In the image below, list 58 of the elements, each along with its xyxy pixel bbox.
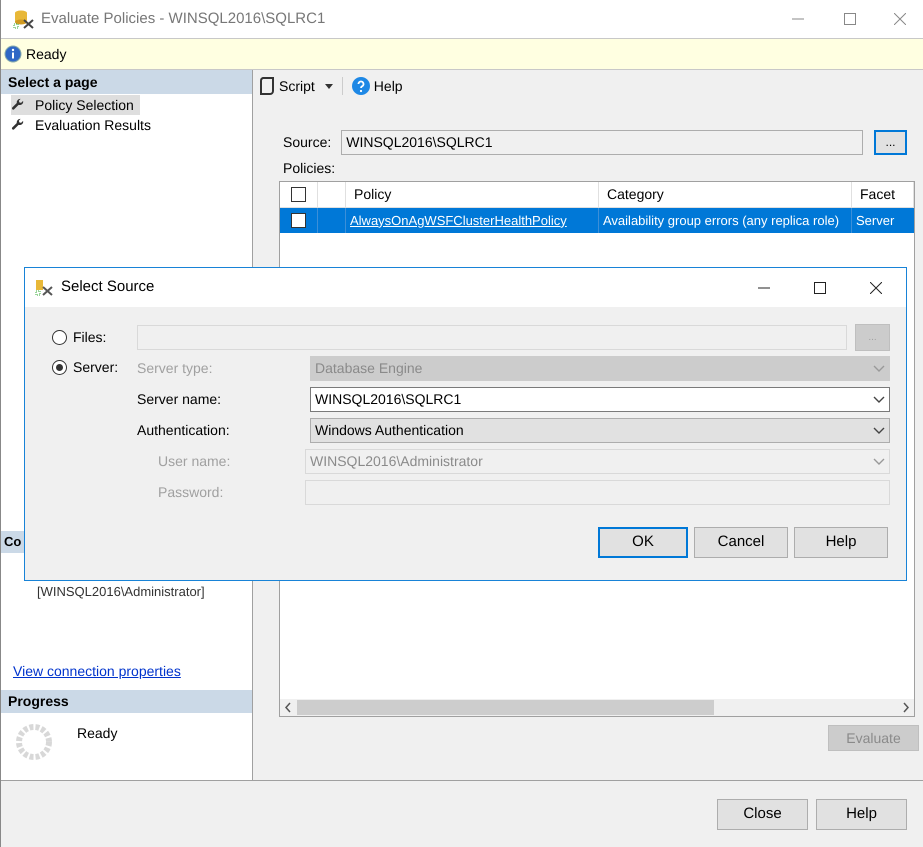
wrench-icon (11, 118, 25, 132)
column-header[interactable]: Facet (852, 182, 914, 207)
dropdown-arrow-icon[interactable] (324, 84, 333, 88)
field-label: Server name: (137, 390, 222, 409)
info-icon (4, 45, 22, 63)
dropdown-field[interactable]: WINSQL2016\SQLRC1 (310, 387, 890, 412)
horizontal-scrollbar[interactable] (280, 699, 914, 716)
radio-button[interactable] (52, 360, 67, 374)
dialog-icon (35, 278, 55, 296)
radio-label: Files: (73, 328, 106, 346)
table-cell-text: Server (856, 212, 894, 230)
dialog-button[interactable]: Help (816, 798, 907, 830)
browse-button[interactable]: ... (874, 130, 907, 154)
section-header: Co (4, 533, 22, 552)
dialog-button[interactable]: OK (598, 527, 688, 558)
source-label: Source: (283, 132, 332, 152)
dialog-button[interactable]: Close (717, 798, 808, 830)
chevron-down-icon (873, 426, 885, 434)
policies-label: Policies: (282, 159, 336, 178)
spinner-icon (15, 723, 53, 761)
dialog-button[interactable]: Help (794, 527, 888, 558)
field-label: User name: (157, 452, 232, 471)
script-button[interactable]: Script (259, 76, 315, 96)
scroll-icon (259, 77, 275, 95)
minimize-icon[interactable] (758, 286, 770, 288)
section-header: Progress (1, 690, 252, 713)
field-label: Authentication: (137, 421, 231, 440)
policy-row[interactable]: AlwaysOnAgWSFClusterHealthPolicy Availability group errors (any replica role) Server (280, 208, 914, 233)
app-icon (13, 9, 35, 29)
close-icon[interactable] (870, 282, 882, 294)
column-header[interactable]: Category (599, 182, 852, 207)
wrench-icon (11, 98, 25, 112)
dialog-button[interactable]: Cancel (694, 527, 788, 558)
radio-button[interactable] (52, 330, 67, 344)
row-checkbox[interactable] (291, 213, 306, 228)
field-label: Server type: (137, 359, 214, 378)
field-label: Password: (157, 483, 224, 502)
policy-link[interactable]: AlwaysOnAgWSFClusterHealthPolicy (350, 210, 567, 230)
chevron-down-icon (873, 458, 885, 466)
connection-user: [WINSQL2016\Administrator] (37, 583, 205, 602)
help-button[interactable]: Help (352, 76, 403, 96)
select-all-checkbox[interactable] (291, 187, 306, 202)
dialog-title: Select Source (61, 277, 154, 298)
radio-label: Server: (73, 358, 118, 376)
window-title: Evaluate Policies - WINSQL2016\SQLRC1 (41, 8, 326, 29)
chevron-down-icon (873, 364, 885, 372)
table-cell-text: Availability group errors (any replica role) (603, 212, 840, 230)
dropdown-field[interactable]: Windows Authentication (310, 418, 890, 443)
column-header[interactable]: Policy (346, 182, 599, 207)
status-text: Ready (26, 44, 66, 64)
chevron-down-icon (873, 396, 885, 404)
section-header: Select a page (1, 70, 252, 94)
help-icon (352, 77, 370, 95)
maximize-icon[interactable] (814, 282, 826, 294)
source-field[interactable]: WINSQL2016\SQLRC1 (341, 130, 863, 154)
progress-status: Ready (77, 724, 118, 743)
connection-link[interactable]: View connection properties (13, 661, 181, 682)
page-item[interactable]: Policy Selection (11, 95, 140, 115)
